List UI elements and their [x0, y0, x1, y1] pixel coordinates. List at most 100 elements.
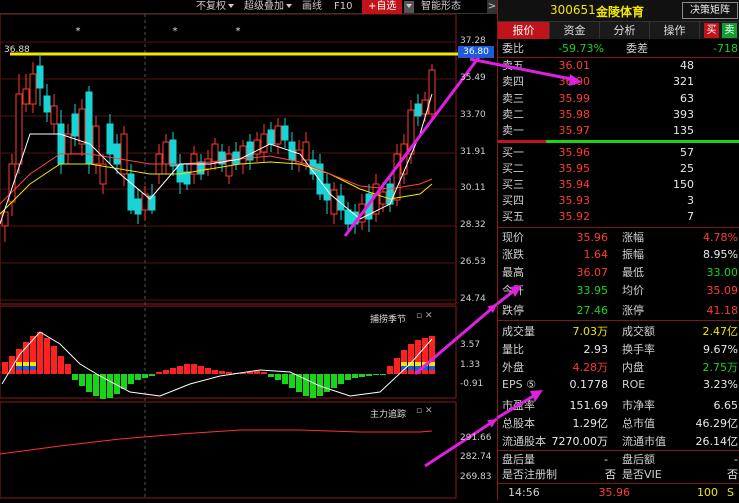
indicator2-controls[interactable]: ▫ ✕ [416, 406, 438, 417]
smart-pattern-button[interactable]: 智能形态 [421, 0, 461, 14]
divider [498, 483, 739, 484]
candle-body [36, 65, 44, 89]
panel-toggle-button[interactable]: > [487, 0, 497, 14]
candle-body [316, 163, 324, 195]
indicator-bar [65, 364, 71, 374]
fuquan-label: 不复权 [196, 1, 226, 12]
kline-chart-area[interactable]: * * * 37.28 35.49 33.70 31.91 30.11 28.32 … [0, 13, 498, 500]
candle-body [386, 183, 394, 205]
candle-body [127, 173, 135, 211]
add-watchlist-button[interactable]: +自选 [362, 0, 403, 14]
eps-label: EPS ⑤ [502, 378, 536, 391]
float-shares-value: 7270.00万 [551, 435, 609, 448]
tick-volume: 100 [697, 486, 718, 499]
bid-row[interactable]: 买二 35.95 25 [498, 161, 739, 176]
indicator-bar [289, 374, 295, 388]
indicator-bar-base [16, 362, 22, 366]
price-axis-label: 35.49 [460, 73, 486, 83]
indicator-bar [93, 374, 99, 396]
roe-label: ROE [622, 378, 646, 391]
candle-body [50, 105, 58, 125]
indicator-bar-base [30, 366, 36, 370]
ask-price: 35.98 [558, 108, 591, 121]
weibi-row: 委比 -59.73% 委差 -718 [498, 41, 739, 56]
ask-row[interactable]: 卖一 35.97 135 [498, 123, 739, 138]
event-marker: * [173, 26, 178, 37]
ask-label: 卖二 [502, 108, 524, 121]
indicator-bar [387, 366, 393, 374]
candle-body [428, 69, 436, 115]
decision-matrix-button[interactable]: 决策矩阵 [682, 2, 738, 19]
indicator-bar [254, 371, 260, 374]
weibi-value: -59.73% [558, 42, 604, 55]
bid-row[interactable]: 买一 35.96 57 [498, 145, 739, 160]
indicator-bar [156, 372, 162, 374]
candle-body [134, 198, 142, 215]
roe-value: 3.23% [703, 378, 738, 391]
tab-funds[interactable]: 资金 [550, 22, 600, 39]
bid-row[interactable]: 买三 35.94 150 [498, 177, 739, 192]
dropdown-toggle-button[interactable] [404, 1, 414, 13]
bid-price: 35.94 [558, 178, 591, 191]
float-cap-value: 26.14亿 [695, 435, 739, 448]
candle-body [267, 129, 275, 145]
indicator-bar-base [16, 366, 22, 370]
kline-svg: * * * [0, 13, 498, 499]
bid-label: 买二 [502, 162, 524, 175]
indicator-bar [163, 370, 169, 374]
after-hours-amount-label: 盘后额 [622, 453, 655, 466]
fuquan-dropdown[interactable]: 不复权 [196, 0, 234, 14]
candle-body [15, 93, 23, 165]
indicator-bar [198, 366, 204, 374]
indicator-axis-label: 1.33 [460, 360, 481, 370]
tab-analysis[interactable]: 分析 [600, 22, 650, 39]
indicator-bar [37, 332, 43, 374]
candle-body [414, 103, 422, 117]
indicator-bar [72, 374, 78, 380]
indicator1-controls[interactable]: ▫ ✕ [416, 311, 438, 322]
candle-body [232, 151, 240, 165]
indicator-bar-base [401, 362, 407, 366]
indicator-bar [373, 374, 379, 375]
indicator-bar [359, 374, 365, 377]
tab-operation[interactable]: 操作 [650, 22, 700, 39]
bid-label: 买五 [502, 210, 524, 223]
candle-body [211, 143, 219, 163]
ask-label: 卖三 [502, 92, 524, 105]
registration-value: 否 [605, 468, 616, 481]
indicator-bar-base [408, 366, 414, 370]
indicator-axis-label: 282.74 [460, 452, 492, 462]
candle-body [281, 125, 289, 141]
buy-icon[interactable]: 买 [704, 23, 719, 38]
bid-label: 买四 [502, 194, 524, 207]
candle-body [78, 108, 86, 145]
after-hours-volume-value: - [604, 453, 608, 466]
indicator-bar [79, 374, 85, 386]
candle-body [379, 191, 387, 205]
tick-time: 14:56 [508, 486, 540, 499]
ask-volume: 321 [673, 75, 694, 88]
bid-row[interactable]: 买五 35.92 7 [498, 209, 739, 224]
indicator-bar [107, 374, 113, 398]
bid-row[interactable]: 买四 35.93 3 [498, 193, 739, 208]
open-value: 33.95 [576, 284, 609, 297]
candle-body [274, 125, 282, 145]
overlay-dropdown[interactable]: 超级叠加 [244, 0, 292, 14]
indicator-bar [310, 374, 316, 398]
ask-row[interactable]: 卖三 35.99 63 [498, 91, 739, 106]
tick-price: 35.96 [598, 486, 631, 499]
indicator-bar [184, 364, 190, 374]
draw-line-button[interactable]: 画线 [302, 0, 322, 14]
sell-icon[interactable]: 卖 [722, 23, 737, 38]
limit-up-value: 41.18 [706, 304, 739, 317]
ask-row[interactable]: 卖四 36.00 321 [498, 74, 739, 89]
indicator-bar [2, 362, 8, 374]
volume-value: 7.03万 [572, 325, 609, 338]
f10-button[interactable]: F10 [334, 0, 352, 14]
candle-body [260, 133, 268, 153]
ask-row[interactable]: 卖二 35.98 393 [498, 107, 739, 122]
event-marker: * [236, 26, 241, 37]
price-axis-label: 31.91 [460, 147, 486, 157]
ask-row[interactable]: 卖五 36.01 48 [498, 58, 739, 73]
tab-quote[interactable]: 报价 [498, 22, 550, 39]
